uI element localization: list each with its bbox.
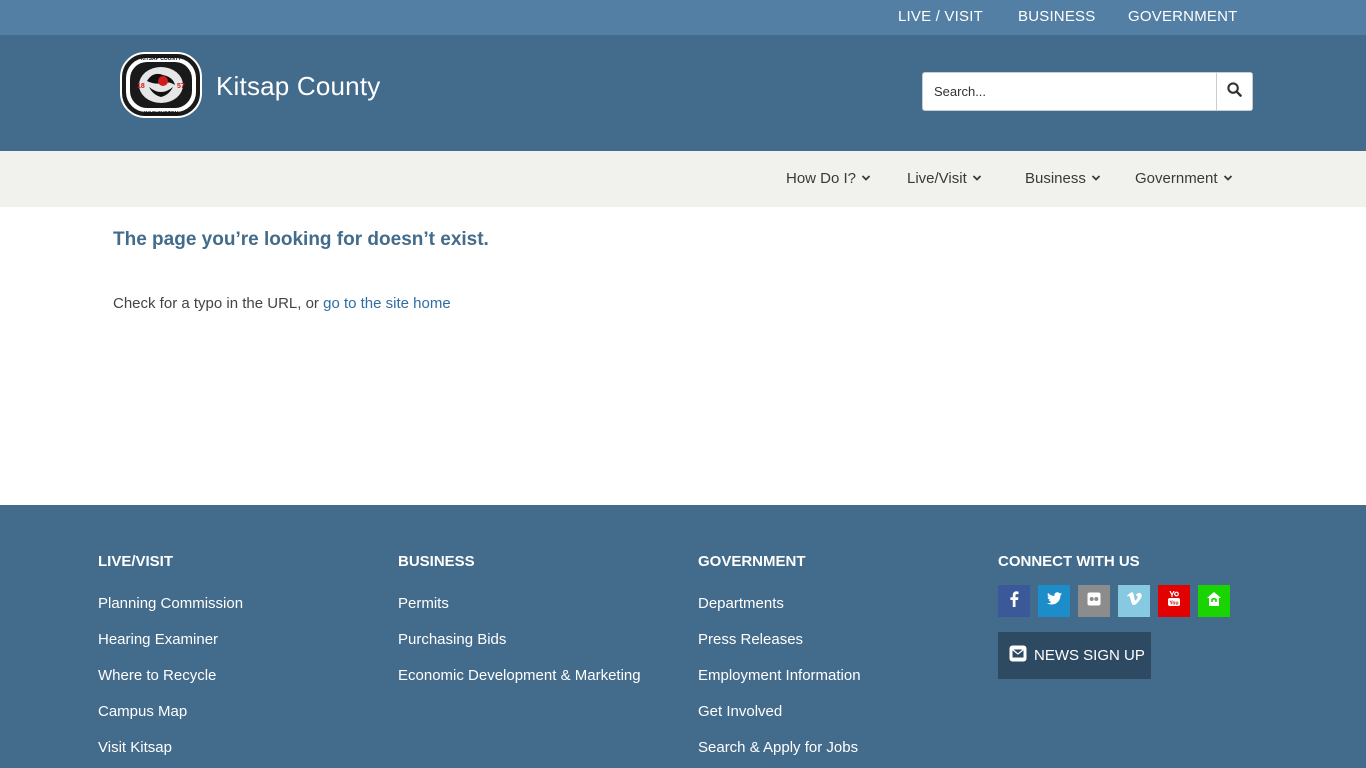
seal-year-left: 18 <box>137 83 145 90</box>
facebook-link[interactable] <box>998 585 1030 617</box>
footer-link[interactable]: Departments <box>698 595 784 612</box>
twitter-icon <box>1046 592 1062 610</box>
footer-link[interactable]: Planning Commission <box>98 595 243 612</box>
county-seal-logo[interactable]: 18 57 KITSAP COUNTY WASHINGTON <box>119 51 203 119</box>
nav-label: How Do I? <box>786 170 857 187</box>
footer-link[interactable]: Where to Recycle <box>98 667 216 684</box>
top-utility-bar: LIVE / VISIT BUSINESS GOVERNMENT <box>0 0 1366 35</box>
chevron-down-icon <box>1091 170 1101 187</box>
nav-business[interactable]: Business <box>1025 170 1101 187</box>
chevron-down-icon <box>1223 170 1233 187</box>
vimeo-icon <box>1126 592 1142 610</box>
footer-link[interactable]: Get Involved <box>698 703 782 720</box>
flickr-link[interactable] <box>1078 585 1110 617</box>
twitter-link[interactable] <box>1038 585 1070 617</box>
nextdoor-icon <box>1206 591 1222 612</box>
top-link-live-visit[interactable]: LIVE / VISIT <box>898 8 983 25</box>
search-box <box>922 72 1253 111</box>
search-input[interactable] <box>923 73 1216 110</box>
flickr-icon <box>1087 592 1101 611</box>
seal-bottom-text: WASHINGTON <box>144 111 179 117</box>
footer-link[interactable]: Economic Development & Marketing <box>398 667 641 684</box>
youtube-icon: You <box>1167 590 1181 612</box>
error-message: Check for a typo in the URL, or go to th… <box>113 295 451 312</box>
nav-live-visit[interactable]: Live/Visit <box>907 170 982 187</box>
nav-label: Live/Visit <box>907 170 967 187</box>
chevron-down-icon <box>972 170 982 187</box>
site-home-link[interactable]: go to the site home <box>323 295 451 312</box>
search-button[interactable] <box>1216 73 1252 110</box>
facebook-icon <box>1009 590 1019 612</box>
news-signup-label: NEWS SIGN UP <box>1034 647 1145 664</box>
footer-heading-business: BUSINESS <box>398 553 475 570</box>
site-header: 18 57 KITSAP COUNTY WASHINGTON Kitsap Co… <box>0 35 1366 151</box>
footer-heading-live-visit: LIVE/VISIT <box>98 553 174 570</box>
site-footer: LIVE/VISIT Planning Commission Hearing E… <box>0 505 1366 768</box>
footer-link[interactable]: Visit Kitsap <box>98 739 172 756</box>
news-signup-button[interactable]: NEWS SIGN UP <box>998 632 1151 679</box>
footer-heading-connect: CONNECT WITH US <box>998 553 1140 570</box>
footer-link[interactable]: Purchasing Bids <box>398 631 506 648</box>
seal-year-right: 57 <box>177 83 185 90</box>
page-title: The page you’re looking for doesn’t exis… <box>113 229 489 250</box>
nav-government[interactable]: Government <box>1135 170 1233 187</box>
nav-label: Business <box>1025 170 1086 187</box>
seal-top-text: KITSAP COUNTY <box>141 56 182 62</box>
envelope-icon <box>1009 645 1027 666</box>
site-name[interactable]: Kitsap County <box>216 71 380 102</box>
nav-label: Government <box>1135 170 1218 187</box>
top-link-government[interactable]: GOVERNMENT <box>1128 8 1238 25</box>
main-nav: How Do I? Live/Visit Business Government <box>0 151 1366 207</box>
search-icon <box>1227 81 1242 102</box>
footer-heading-government: GOVERNMENT <box>698 553 806 570</box>
footer-link[interactable]: Press Releases <box>698 631 803 648</box>
footer-link[interactable]: Search & Apply for Jobs <box>698 739 858 756</box>
nextdoor-link[interactable] <box>1198 585 1230 617</box>
footer-link[interactable]: Employment Information <box>698 667 861 684</box>
vimeo-link[interactable] <box>1118 585 1150 617</box>
svg-text:You: You <box>1169 600 1178 606</box>
footer-link[interactable]: Campus Map <box>98 703 187 720</box>
nav-how-do-i[interactable]: How Do I? <box>786 170 871 187</box>
footer-link[interactable]: Permits <box>398 595 449 612</box>
footer-link[interactable]: Hearing Examiner <box>98 631 218 648</box>
chevron-down-icon <box>861 170 871 187</box>
top-link-business[interactable]: BUSINESS <box>1018 8 1095 25</box>
error-message-text: Check for a typo in the URL, or <box>113 295 324 312</box>
youtube-link[interactable]: You <box>1158 585 1190 617</box>
